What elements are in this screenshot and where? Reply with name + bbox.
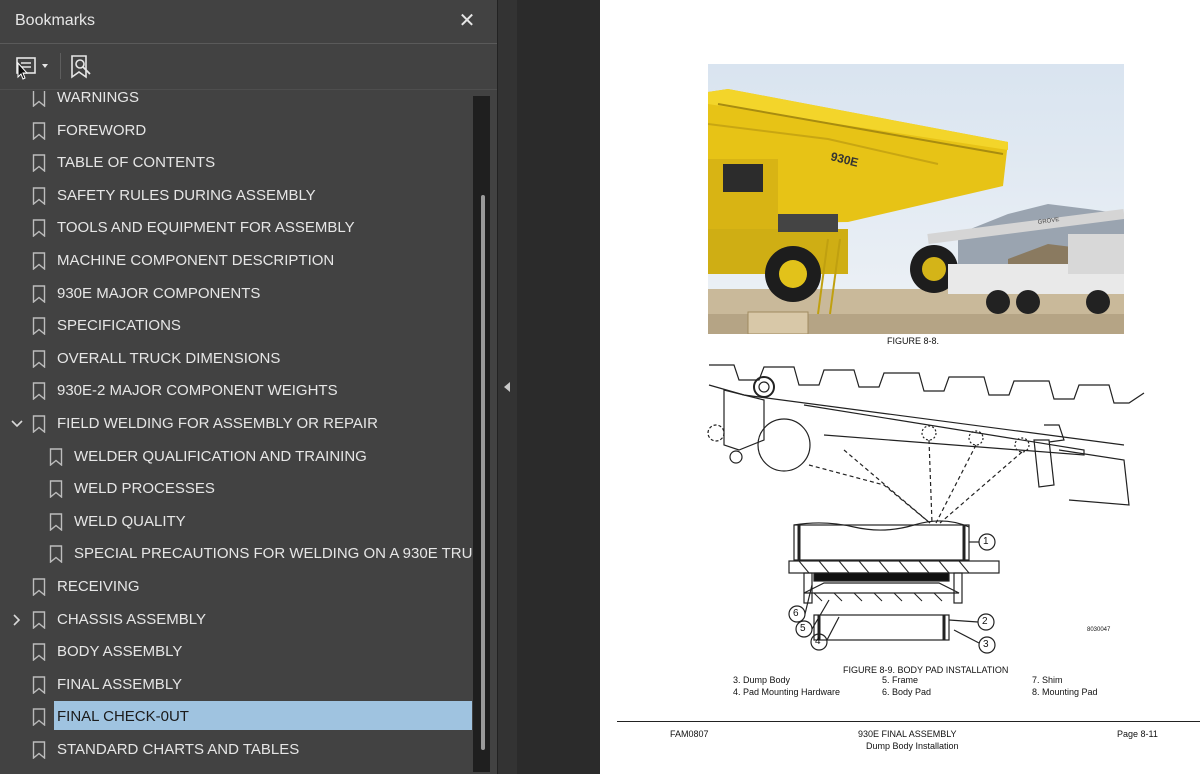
footer-rule — [617, 721, 1200, 722]
callout-4: 4 — [815, 636, 821, 647]
bookmark-label: OVERALL TRUCK DIMENSIONS — [57, 349, 281, 367]
figure-8-9-caption: FIGURE 8-9. BODY PAD INSTALLATION — [843, 665, 1009, 675]
bookmark-item[interactable]: 930E-2 MAJOR COMPONENT WEIGHTS — [0, 375, 472, 407]
callout-3: 3 — [983, 639, 989, 650]
bookmark-item[interactable]: FINAL ASSEMBLY — [0, 669, 472, 701]
find-bookmark-icon[interactable] — [68, 53, 94, 81]
footer-page-number: Page 8-11 — [1117, 729, 1158, 739]
bookmarks-toolbar — [0, 45, 497, 90]
bookmarks-panel: Bookmarks ✕ WARNINGS FOREWORD TABLE OF CON… — [0, 0, 497, 774]
panel-header: Bookmarks ✕ — [0, 0, 497, 44]
chevron-down-icon[interactable] — [9, 416, 25, 432]
legend-item: 3. Dump Body — [733, 675, 791, 685]
bookmark-item[interactable]: RECEIVING — [0, 571, 472, 603]
bookmark-icon — [32, 610, 46, 629]
bookmark-icon — [32, 382, 46, 401]
bookmark-label: WARNINGS — [57, 91, 139, 106]
bookmark-item[interactable]: SPECIAL PRECAUTIONS FOR WELDING ON A 930… — [0, 538, 472, 570]
bookmark-icon — [32, 91, 46, 107]
bookmark-label: MACHINE COMPONENT DESCRIPTION — [57, 252, 335, 269]
bookmark-label: SPECIFICATIONS — [57, 317, 181, 335]
bookmark-item[interactable]: WELD PROCESSES — [0, 473, 472, 505]
bookmark-icon — [32, 708, 46, 727]
drawing-code: 8030047 — [1087, 627, 1111, 633]
legend-item: 4. Pad Mounting Hardware — [733, 687, 841, 697]
bookmark-label: TOOLS AND EQUIPMENT FOR ASSEMBLY — [57, 219, 355, 237]
bookmark-label: SAFETY RULES DURING ASSEMBLY — [57, 186, 316, 204]
bookmark-item[interactable]: FOREWORD — [0, 115, 472, 147]
bookmark-icon — [32, 154, 46, 173]
footer-subtitle: Dump Body Installation — [866, 741, 959, 751]
panel-title: Bookmarks — [15, 12, 96, 29]
bookmark-label: FINAL CHECK-0UT — [57, 708, 189, 726]
bookmark-label: FIELD WELDING FOR ASSEMBLY OR REPAIR — [57, 415, 378, 432]
bookmark-label: STANDARD CHARTS AND TABLES — [57, 741, 300, 758]
collapse-panel-icon[interactable] — [501, 378, 513, 396]
bookmark-item[interactable]: TOOLS AND EQUIPMENT FOR ASSEMBLY — [0, 212, 472, 244]
bookmark-icon — [32, 187, 46, 205]
bookmark-label: BODY ASSEMBLY — [57, 643, 183, 661]
chevron-right-icon[interactable] — [9, 612, 25, 628]
bookmark-item[interactable]: SAFETY RULES DURING ASSEMBLY — [0, 180, 472, 212]
bookmark-label: 930E MAJOR COMPONENTS — [57, 284, 261, 302]
bookmark-icon — [49, 513, 63, 531]
bookmark-item[interactable]: MACHINE COMPONENT DESCRIPTION — [0, 245, 472, 277]
footer-doc-code: FAM0807 — [670, 729, 709, 739]
bookmark-options-icon[interactable] — [14, 53, 52, 81]
bookmark-item[interactable]: TABLE OF CONTENTS — [0, 147, 472, 179]
legend-item: 8. Mounting Pad — [1032, 687, 1098, 697]
callout-6: 6 — [793, 608, 799, 619]
truck-photo: 930E GROVE — [708, 64, 1124, 334]
callout-1: 1 — [983, 536, 989, 547]
bookmark-icon — [32, 643, 46, 662]
body-pad-drawing — [707, 364, 1145, 654]
bookmark-icon — [49, 480, 63, 499]
bookmark-item[interactable]: FIELD WELDING FOR ASSEMBLY OR REPAIR — [0, 408, 472, 440]
bookmark-label: TABLE OF CONTENTS — [57, 154, 216, 172]
bookmark-icon — [49, 447, 63, 466]
bookmark-icon — [32, 741, 46, 759]
bookmark-icon — [32, 219, 46, 238]
bookmark-label: 930E-2 MAJOR COMPONENT WEIGHTS — [57, 382, 338, 400]
callout-5: 5 — [800, 623, 806, 634]
bookmark-label: WELD QUALITY — [74, 512, 186, 530]
bookmark-icon — [49, 545, 63, 564]
bookmark-icon — [32, 350, 46, 368]
bookmark-label: CHASSIS ASSEMBLY — [57, 610, 206, 628]
bookmark-icon — [32, 676, 46, 694]
bookmark-item[interactable]: WELD QUALITY — [0, 506, 472, 538]
legend-item: 7. Shim — [1032, 675, 1063, 685]
callout-2: 2 — [982, 616, 988, 627]
bookmark-icon — [32, 284, 46, 303]
legend-item: 6. Body Pad — [882, 687, 932, 697]
bookmark-label: WELDER QUALIFICATION AND TRAINING — [74, 447, 367, 465]
bookmark-item[interactable]: FINAL CHECK-0UT — [0, 701, 472, 733]
bookmark-label: RECEIVING — [57, 578, 140, 595]
bookmark-icon — [32, 252, 46, 270]
bookmark-item[interactable]: CHASSIS ASSEMBLY — [0, 604, 472, 636]
bookmark-item[interactable]: 930E MAJOR COMPONENTS — [0, 278, 472, 310]
bookmark-item[interactable]: STANDARD CHARTS AND TABLES — [0, 734, 472, 766]
bookmark-item[interactable]: SPECIFICATIONS — [0, 310, 472, 342]
bookmark-icon — [32, 317, 46, 336]
document-page: 930E GROVE FIGURE 8-8. 1 2 3 4 5 6 80300… — [600, 0, 1200, 774]
close-icon[interactable]: ✕ — [456, 10, 478, 32]
scrollbar-thumb[interactable] — [481, 195, 485, 750]
bookmark-item[interactable]: WELDER QUALIFICATION AND TRAINING — [0, 441, 472, 473]
bookmark-icon — [32, 415, 46, 433]
bookmark-label: FOREWORD — [57, 121, 147, 139]
bookmark-label: FINAL ASSEMBLY — [57, 675, 183, 693]
bookmark-label: SPECIAL PRECAUTIONS FOR WELDING ON A 930… — [74, 545, 472, 563]
bookmark-icon — [32, 578, 46, 596]
footer-title: 930E FINAL ASSEMBLY — [858, 729, 957, 739]
bookmark-icon — [32, 121, 46, 140]
toolbar-separator — [60, 53, 61, 79]
bookmark-label: WELD PROCESSES — [74, 480, 215, 498]
bookmark-item[interactable]: WARNINGS — [0, 91, 472, 114]
bookmark-list[interactable]: WARNINGS FOREWORD TABLE OF CONTENTS SAFETY … — [0, 91, 472, 774]
figure-8-8-caption: FIGURE 8-8. — [887, 336, 940, 346]
bookmark-item[interactable]: BODY ASSEMBLY — [0, 636, 472, 668]
legend-item: 5. Frame — [882, 675, 919, 685]
bookmark-item[interactable]: OVERALL TRUCK DIMENSIONS — [0, 343, 472, 375]
